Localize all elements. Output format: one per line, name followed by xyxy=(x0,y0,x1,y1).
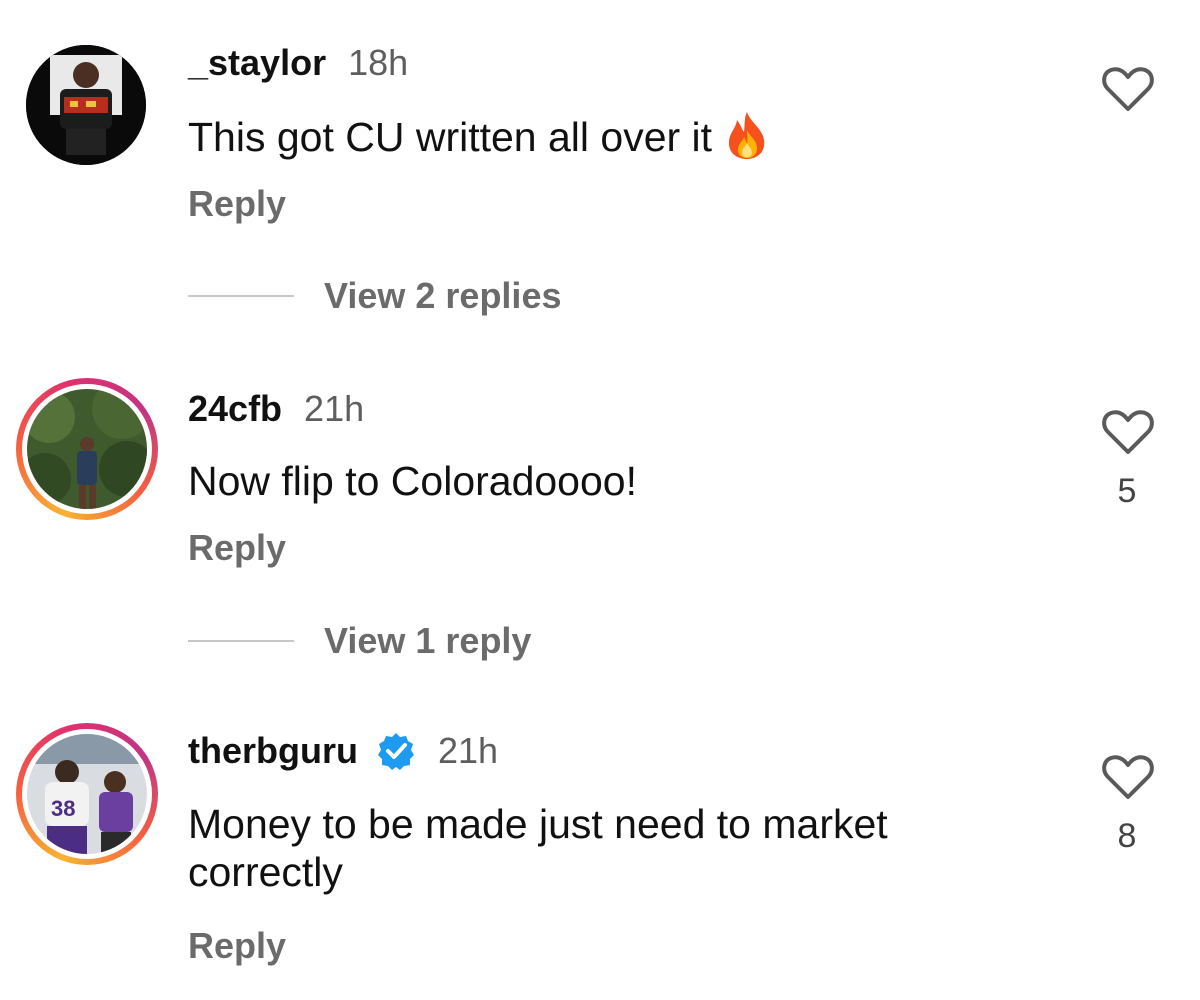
svg-text:38: 38 xyxy=(51,796,75,821)
comment-body: This got CU written all over it xyxy=(188,113,713,160)
username[interactable]: 24cfb xyxy=(188,388,282,430)
username[interactable]: _staylor xyxy=(188,42,326,84)
divider xyxy=(188,640,294,642)
avatar[interactable] xyxy=(26,45,146,165)
comment-header: therbguru 21h xyxy=(188,730,498,772)
reply-button[interactable]: Reply xyxy=(188,183,286,225)
avatar-photo xyxy=(27,389,147,509)
view-replies-label: View 1 reply xyxy=(324,620,532,661)
comment-text: Money to be made just need to market cor… xyxy=(188,801,888,895)
like-count: 8 xyxy=(1117,817,1137,855)
avatar-photo: 38 xyxy=(27,734,147,854)
reply-button[interactable]: Reply xyxy=(188,925,286,967)
comment-text: This got CU written all over it xyxy=(188,110,1008,170)
reply-button[interactable]: Reply xyxy=(188,527,286,569)
like-count: 5 xyxy=(1117,472,1137,510)
view-replies-label: View 2 replies xyxy=(324,275,562,316)
heart-icon[interactable] xyxy=(1102,754,1154,800)
avatar[interactable] xyxy=(16,378,158,520)
comment-header: _staylor 18h xyxy=(188,42,408,84)
comment-text: Now flip to Coloradoooo! xyxy=(188,458,637,504)
fire-emoji-icon xyxy=(724,110,770,170)
avatar[interactable]: 38 xyxy=(16,723,158,865)
avatar-inner: 38 xyxy=(22,729,152,859)
comment-header: 24cfb 21h xyxy=(188,388,364,430)
heart-icon[interactable] xyxy=(1102,66,1154,112)
username[interactable]: therbguru xyxy=(188,730,358,772)
timestamp: 21h xyxy=(304,388,365,429)
view-replies-button[interactable]: View 2 replies xyxy=(188,275,561,317)
avatar-inner xyxy=(22,384,152,514)
timestamp: 18h xyxy=(348,42,409,83)
view-replies-button[interactable]: View 1 reply xyxy=(188,620,531,662)
heart-icon[interactable] xyxy=(1102,409,1154,455)
verified-badge-icon xyxy=(377,733,414,770)
timestamp: 21h xyxy=(437,730,499,771)
divider xyxy=(188,295,294,297)
